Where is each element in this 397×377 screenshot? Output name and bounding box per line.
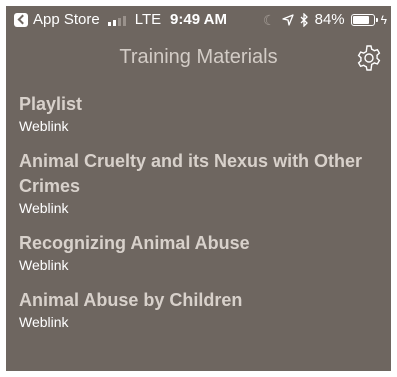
page-title: Training Materials	[119, 46, 278, 68]
item-subtitle: Weblink	[19, 200, 69, 216]
item-subtitle: Weblink	[19, 314, 69, 330]
do-not-disturb-icon: ☾	[263, 12, 276, 28]
gear-icon[interactable]	[355, 44, 383, 72]
item-title: Animal Cruelty and its Nexus with Other …	[19, 151, 363, 196]
status-right: ☾ 84% ϟ	[263, 10, 387, 30]
battery-fill	[352, 16, 370, 24]
list-item[interactable]: Animal Cruelty and its Nexus with Other …	[19, 149, 379, 217]
item-subtitle: Weblink	[19, 118, 69, 134]
list-item[interactable]: Playlist Weblink	[19, 92, 379, 135]
item-title: Playlist	[19, 94, 83, 114]
materials-list: Playlist Weblink Animal Cruelty and its …	[19, 92, 379, 345]
bluetooth-icon	[300, 13, 308, 27]
list-item[interactable]: Recognizing Animal Abuse Weblink	[19, 231, 379, 274]
location-arrow-icon	[281, 14, 294, 26]
item-title: Recognizing Animal Abuse	[19, 233, 250, 253]
battery-percent: 84%	[314, 11, 345, 28]
charging-bolt-icon: ϟ	[380, 13, 387, 27]
item-title: Animal Abuse by Children	[19, 290, 243, 310]
list-item[interactable]: Animal Abuse by Children Weblink	[19, 288, 379, 331]
status-bar: App Store LTE 9:49 AM ☾ 84% ϟ	[6, 10, 391, 30]
item-subtitle: Weblink	[19, 257, 69, 273]
battery-icon	[350, 14, 378, 26]
app-screen: App Store LTE 9:49 AM ☾ 84% ϟ Training M…	[6, 6, 391, 371]
